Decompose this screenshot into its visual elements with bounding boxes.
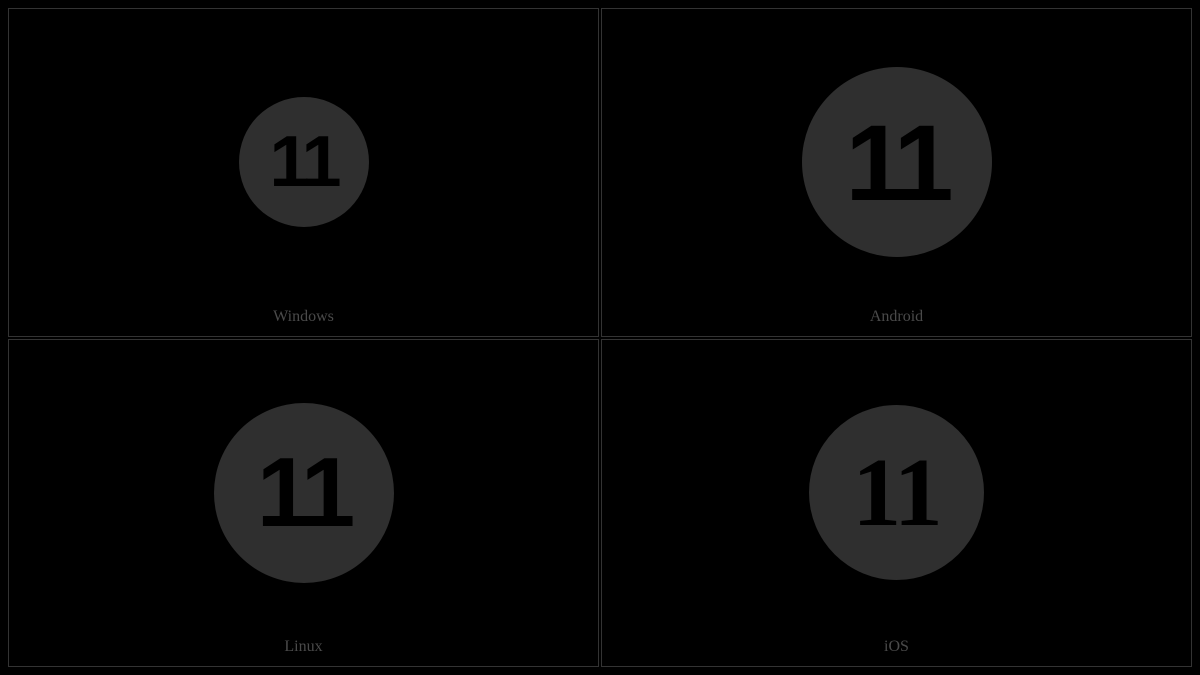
circled-eleven-linux: 11 xyxy=(214,403,394,583)
label-ios: iOS xyxy=(884,638,909,656)
cell-android: 11 Android xyxy=(601,8,1192,337)
label-linux: Linux xyxy=(284,638,322,656)
cell-windows: 11 Windows xyxy=(8,8,599,337)
cell-linux: 11 Linux xyxy=(8,339,599,668)
cell-ios: 11 iOS xyxy=(601,339,1192,668)
glyph-container-ios: 11 xyxy=(809,405,984,580)
label-android: Android xyxy=(870,308,923,326)
circled-eleven-windows: 11 xyxy=(239,97,369,227)
circled-eleven-android: 11 xyxy=(802,67,992,257)
glyph-container-linux: 11 xyxy=(214,403,394,583)
glyph-container-android: 11 xyxy=(802,67,992,257)
circled-eleven-ios: 11 xyxy=(809,405,984,580)
label-windows: Windows xyxy=(273,308,334,326)
glyph-container-windows: 11 xyxy=(239,97,369,227)
